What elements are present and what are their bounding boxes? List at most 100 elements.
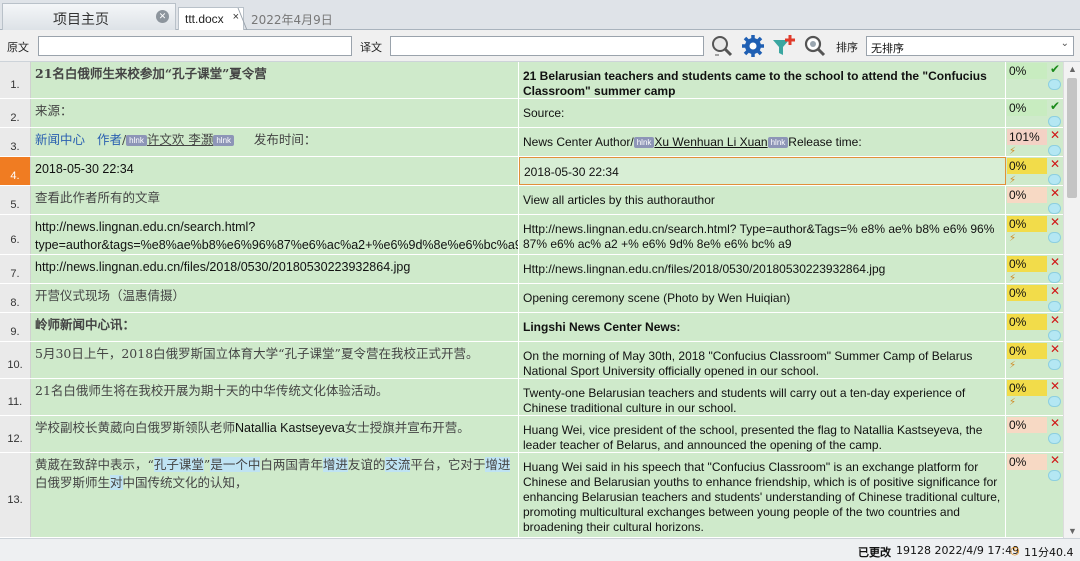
comment-icon[interactable] (1048, 232, 1061, 243)
unconfirmed-icon[interactable]: ✕ (1050, 129, 1060, 141)
status-cell[interactable]: 0% ✕ ⚡ (1006, 342, 1063, 378)
segment-number[interactable]: 1. (0, 62, 31, 98)
target-cell[interactable]: Http://news.lingnan.edu.cn/files/2018/05… (519, 255, 1006, 283)
source-cell[interactable]: 来源： (31, 99, 519, 127)
target-search-input[interactable] (390, 36, 704, 56)
unconfirmed-icon[interactable]: ✕ (1050, 380, 1060, 392)
source-cell[interactable]: http://news.lingnan.edu.cn/files/2018/05… (31, 255, 519, 283)
confirmed-icon[interactable]: ✔ (1050, 100, 1060, 112)
source-cell[interactable]: http://news.lingnan.edu.cn/search.html?t… (31, 215, 519, 254)
tab-date[interactable]: 2022年4月9日 (251, 11, 333, 28)
zoom-icon[interactable] (803, 34, 827, 58)
target-cell[interactable]: Source: (519, 99, 1006, 127)
status-cell[interactable]: 0% ✕ (1006, 186, 1063, 214)
source-cell[interactable]: 开营仪式现场（温惠倩摄） (31, 284, 519, 312)
segment-number[interactable]: 2. (0, 99, 31, 127)
status-cell[interactable]: 0% ✕ (1006, 416, 1063, 452)
comment-icon[interactable] (1048, 79, 1061, 90)
comment-icon[interactable] (1048, 470, 1061, 481)
target-cell[interactable]: Opening ceremony scene (Photo by Wen Hui… (519, 284, 1006, 312)
segment-number[interactable]: 6. (0, 215, 31, 254)
segment-number[interactable]: 9. (0, 313, 31, 341)
target-cell[interactable]: Lingshi News Center News: (519, 313, 1006, 341)
segment-number[interactable]: 11. (0, 379, 31, 415)
status-cell[interactable]: 101% ✕ ⚡ (1006, 128, 1063, 156)
segment-row[interactable]: 11. 21名白俄师生将在我校开展为期十天的中华传统文化体验活动。 Twenty-o… (0, 379, 1063, 416)
source-cell[interactable]: 黄葳在致辞中表示，“孔子课堂”是一个中白两国青年增进友谊的交流平台，它对于增进白… (31, 453, 519, 537)
comment-icon[interactable] (1048, 174, 1061, 185)
status-cell[interactable]: 0% ✕ (1006, 284, 1063, 312)
status-cell[interactable]: 0% ✔ (1006, 62, 1063, 98)
segment-row[interactable]: 5. 查看此作者所有的文章 View all articles by this au… (0, 186, 1063, 215)
segment-number[interactable]: 8. (0, 284, 31, 312)
scroll-down-icon[interactable]: ▼ (1068, 526, 1077, 536)
segment-number[interactable]: 5. (0, 186, 31, 214)
unconfirmed-icon[interactable]: ✕ (1050, 417, 1060, 429)
status-cell[interactable]: 0% ✕ ⚡ (1006, 215, 1063, 254)
source-cell[interactable]: 21名白俄师生将在我校开展为期十天的中华传统文化体验活动。 (31, 379, 519, 415)
unconfirmed-icon[interactable]: ✕ (1050, 256, 1060, 268)
status-cell[interactable]: 0% ✕ ⚡ (1006, 157, 1063, 185)
segment-row[interactable]: 2. 来源： Source: 0% ✔ (0, 99, 1063, 128)
tab-document[interactable]: ttt.docx × (178, 7, 244, 30)
source-cell[interactable]: 2018-05-30 22:34 (31, 157, 519, 185)
unconfirmed-icon[interactable]: ✕ (1050, 285, 1060, 297)
status-cell[interactable]: 0% ✕ ⚡ (1006, 379, 1063, 415)
target-cell[interactable]: Huang Wei, vice president of the school,… (519, 416, 1006, 452)
segment-row[interactable]: 1. 21名白俄师生来校参加“孔子课堂”夏令营 21 Belarusian teac… (0, 62, 1063, 99)
segment-row[interactable]: 3. 新闻中心 作者/hlnk 许文欢 李灏 hlnk 发布时间： News Cente… (0, 128, 1063, 157)
unconfirmed-icon[interactable]: ✕ (1050, 216, 1060, 228)
vertical-scrollbar[interactable]: ▲ ▼ (1063, 62, 1080, 538)
segment-row[interactable]: 8. 开营仪式现场（温惠倩摄） Opening ceremony scene (Ph… (0, 284, 1063, 313)
comment-icon[interactable] (1048, 116, 1061, 127)
target-cell[interactable]: Http://news.lingnan.edu.cn/search.html? … (519, 215, 1006, 254)
target-cell[interactable]: View all articles by this authorauthor (519, 186, 1006, 214)
segment-number[interactable]: 4. (0, 157, 31, 185)
target-cell[interactable]: Twenty-one Belarusian teachers and stude… (519, 379, 1006, 415)
segment-row[interactable]: 12. 学校副校长黄葳向白俄罗斯领队老师Natallia Kastseyeva女士… (0, 416, 1063, 453)
comment-icon[interactable] (1048, 301, 1061, 312)
segment-row[interactable]: 9. 岭师新闻中心讯： Lingshi News Center News: 0% ✕ (0, 313, 1063, 342)
segment-row[interactable]: 10. 5月30日上午，2018白俄罗斯国立体育大学“孔子课堂”夏令营在我校正式开… (0, 342, 1063, 379)
status-cell[interactable]: 0% ✕ (1006, 313, 1063, 341)
segment-number[interactable]: 12. (0, 416, 31, 452)
sort-select[interactable]: 无排序 ⌄ (866, 36, 1074, 56)
confirmed-icon[interactable]: ✔ (1050, 63, 1060, 75)
target-cell[interactable]: 2018-05-30 22:34 (519, 157, 1006, 185)
target-cell[interactable]: On the morning of May 30th, 2018 "Confuc… (519, 342, 1006, 378)
segment-number[interactable]: 13. (0, 453, 31, 537)
close-icon[interactable]: ✕ (156, 10, 169, 23)
comment-icon[interactable] (1048, 203, 1061, 214)
source-cell[interactable]: 新闻中心 作者/hlnk 许文欢 李灏 hlnk 发布时间： (31, 128, 519, 156)
source-cell[interactable]: 21名白俄师生来校参加“孔子课堂”夏令营 (31, 62, 519, 98)
segment-row[interactable]: 4. 2018-05-30 22:34 2018-05-30 22:34 0% ✕ ⚡ (0, 157, 1063, 186)
segment-number[interactable]: 10. (0, 342, 31, 378)
filter-add-icon[interactable] (772, 34, 796, 58)
unconfirmed-icon[interactable]: ✕ (1050, 454, 1060, 466)
gear-icon[interactable] (741, 34, 765, 58)
tab-document-close-icon[interactable]: × (233, 11, 239, 23)
comment-icon[interactable] (1048, 145, 1061, 156)
unconfirmed-icon[interactable]: ✕ (1050, 343, 1060, 355)
comment-icon[interactable] (1048, 272, 1061, 283)
scrollbar-thumb[interactable] (1067, 78, 1077, 198)
source-search-input[interactable] (38, 36, 352, 56)
comment-icon[interactable] (1048, 396, 1061, 407)
target-cell[interactable]: 21 Belarusian teachers and students came… (519, 62, 1006, 98)
comment-icon[interactable] (1048, 433, 1061, 444)
segment-row[interactable]: 13. 黄葳在致辞中表示，“孔子课堂”是一个中白两国青年增进友谊的交流平台，它对于… (0, 453, 1063, 538)
source-cell[interactable]: 查看此作者所有的文章 (31, 186, 519, 214)
segment-number[interactable]: 3. (0, 128, 31, 156)
tab-project-home[interactable]: 项目主页 ✕ (2, 3, 176, 30)
comment-icon[interactable] (1048, 330, 1061, 341)
status-cell[interactable]: 0% ✕ (1006, 453, 1063, 537)
segment-number[interactable]: 7. (0, 255, 31, 283)
source-cell[interactable]: 学校副校长黄葳向白俄罗斯领队老师Natallia Kastseyeva女士授旗并… (31, 416, 519, 452)
source-cell[interactable]: 5月30日上午，2018白俄罗斯国立体育大学“孔子课堂”夏令营在我校正式开营。 (31, 342, 519, 378)
target-cell[interactable]: Huang Wei said in his speech that "Confu… (519, 453, 1006, 537)
source-cell[interactable]: 岭师新闻中心讯： (31, 313, 519, 341)
scroll-up-icon[interactable]: ▲ (1068, 64, 1077, 74)
comment-icon[interactable] (1048, 359, 1061, 370)
segment-row[interactable]: 6. http://news.lingnan.edu.cn/search.html… (0, 215, 1063, 255)
unconfirmed-icon[interactable]: ✕ (1050, 314, 1060, 326)
